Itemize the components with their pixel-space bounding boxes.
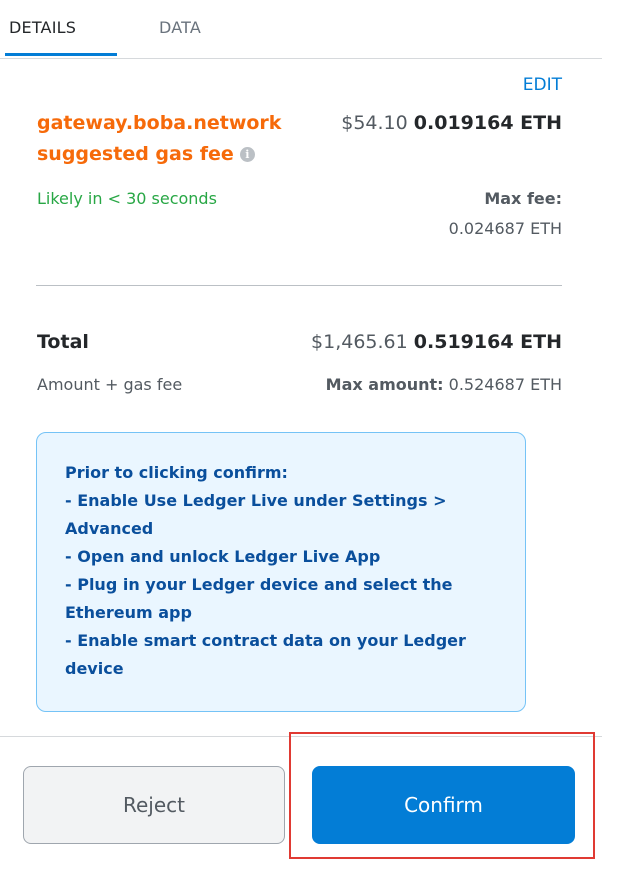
gas-fee-source: gateway.boba.network (37, 112, 282, 134)
total-sub-label: Amount + gas fee (37, 375, 183, 394)
gas-fee-usd: $54.10 (341, 112, 408, 134)
section-divider (36, 285, 562, 286)
max-amount: Max amount: 0.524687 ETH (326, 375, 562, 394)
edit-gas-link[interactable]: EDIT (523, 75, 562, 95)
reject-button[interactable]: Reject (23, 766, 285, 844)
gas-fee-amount: $54.10 0.019164 ETH (341, 112, 562, 134)
total-usd: $1,465.61 (311, 331, 408, 353)
notice-line: Ethereum app (65, 603, 192, 622)
active-tab-indicator (5, 53, 117, 56)
tab-details[interactable]: DETAILS (9, 18, 76, 37)
notice-line: - Plug in your Ledger device and select … (65, 575, 453, 594)
gas-fee-label: suggested gas fee i (37, 143, 255, 165)
tab-data[interactable]: DATA (159, 18, 201, 37)
notice-line: Advanced (65, 519, 154, 538)
confirm-transaction-panel: DETAILS DATA EDIT gateway.boba.network s… (0, 0, 620, 878)
notice-line: - Enable Use Ledger Live under Settings … (65, 491, 447, 510)
notice-line: - Enable smart contract data on your Led… (65, 631, 466, 650)
max-fee-label: Max fee: (484, 189, 562, 208)
info-icon[interactable]: i (239, 147, 255, 162)
total-eth: 0.519164 ETH (413, 331, 562, 353)
ledger-instructions-notice: Prior to clicking confirm: - Enable Use … (36, 432, 526, 712)
total-label: Total (37, 331, 89, 353)
max-amount-value: 0.524687 ETH (448, 375, 562, 394)
notice-line: - Open and unlock Ledger Live App (65, 547, 381, 566)
gas-fee-eth: 0.019164 ETH (413, 112, 562, 134)
total-amount: $1,465.61 0.519164 ETH (311, 331, 562, 353)
gas-fee-label-text: suggested gas fee (37, 143, 234, 165)
estimated-time: Likely in < 30 seconds (37, 189, 217, 208)
confirm-button[interactable]: Confirm (312, 766, 575, 844)
footer-divider (0, 736, 602, 737)
notice-line: Prior to clicking confirm: (65, 463, 288, 482)
max-fee-value: 0.024687 ETH (448, 219, 562, 238)
tab-bar: DETAILS DATA (0, 0, 602, 59)
notice-line: device (65, 659, 124, 678)
max-amount-label: Max amount: (325, 375, 444, 394)
